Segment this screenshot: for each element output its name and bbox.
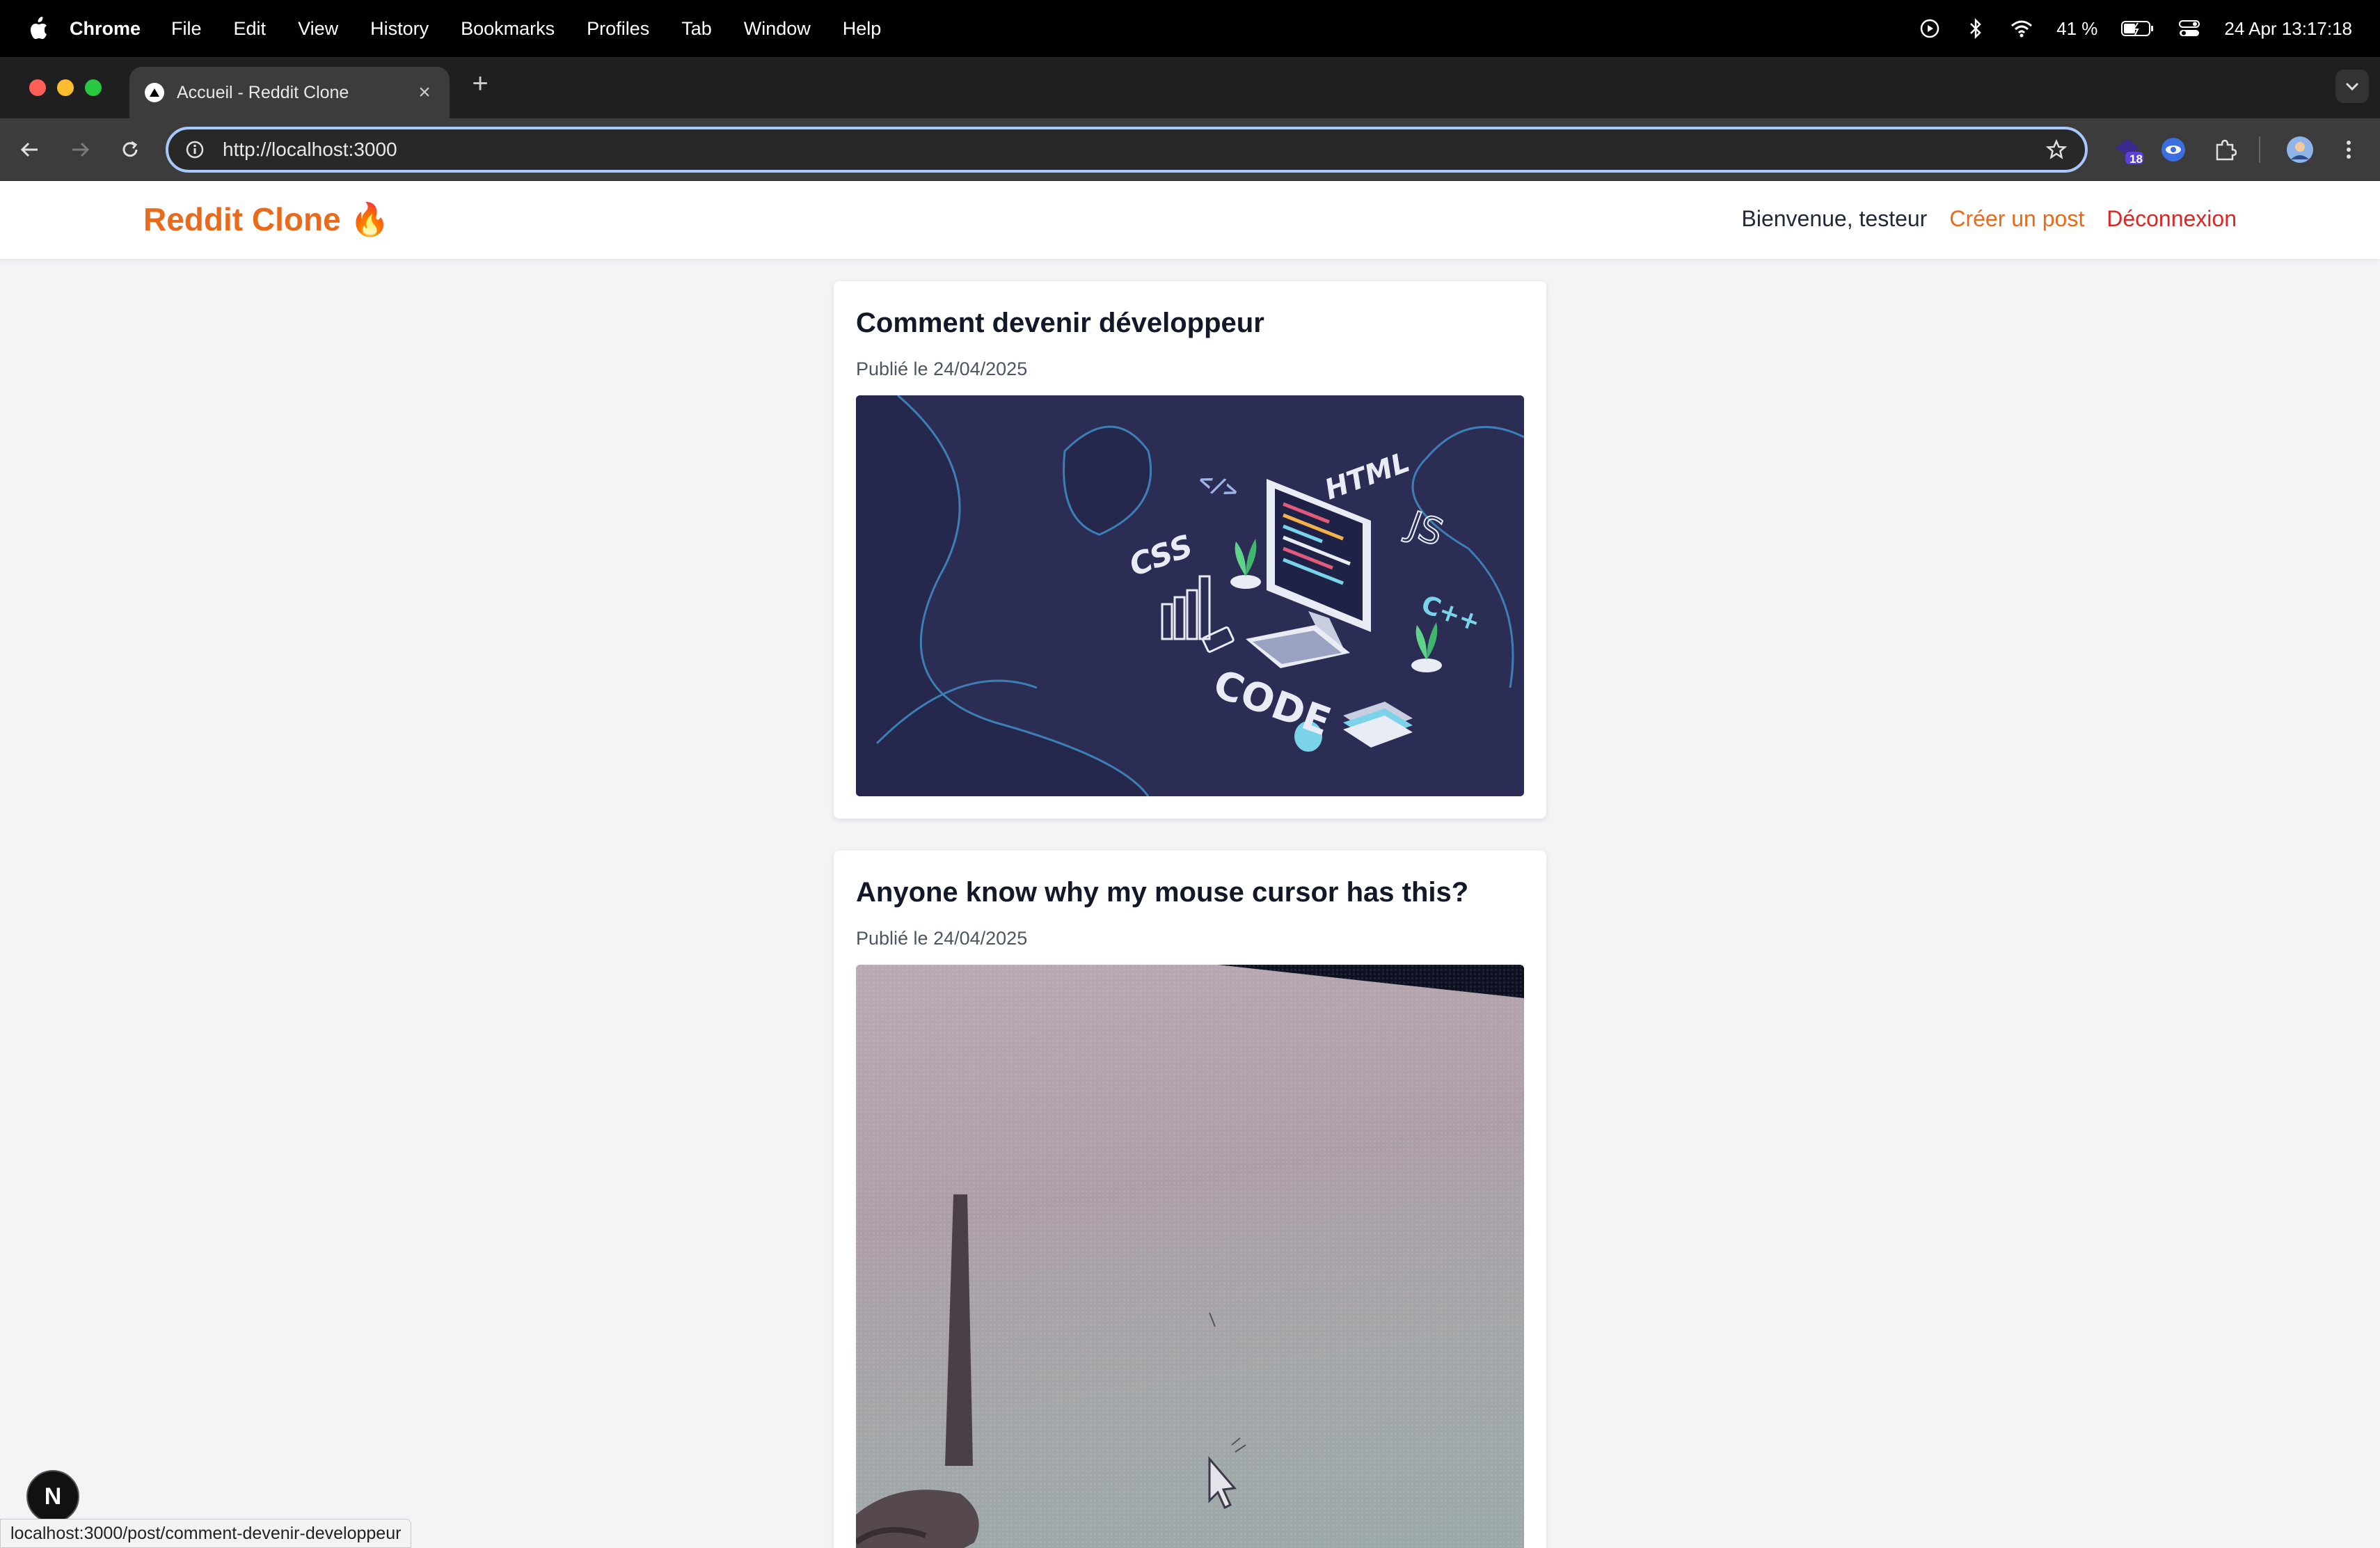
menu-window[interactable]: Window — [744, 18, 811, 40]
tab-title: Accueil - Reddit Clone — [177, 82, 349, 102]
reload-icon[interactable] — [116, 135, 145, 164]
profile-avatar[interactable] — [2284, 134, 2316, 166]
window-minimize-button[interactable] — [57, 79, 74, 96]
menu-bookmarks[interactable]: Bookmarks — [461, 18, 555, 40]
menu-history[interactable]: History — [370, 18, 429, 40]
back-arrow-icon[interactable] — [15, 135, 45, 164]
address-url[interactable]: http://localhost:3000 — [223, 139, 2045, 161]
menu-view[interactable]: View — [298, 18, 338, 40]
extensions-puzzle-icon[interactable] — [2209, 134, 2241, 166]
menu-status-area: 41 % 24 Apr 13:17:18 — [1919, 0, 2352, 57]
welcome-text: Bienvenue, testeur — [1741, 206, 1928, 231]
browser-tab-active[interactable]: Accueil - Reddit Clone × — [129, 67, 450, 118]
window-close-button[interactable] — [29, 79, 46, 96]
eye-extension-icon[interactable] — [2157, 134, 2189, 166]
forward-arrow-icon[interactable] — [65, 135, 95, 164]
browser-tab-strip: Accueil - Reddit Clone × — [0, 57, 2380, 118]
window-zoom-button[interactable] — [85, 79, 102, 96]
vercel-triangle-icon — [145, 83, 164, 102]
link-status-bubble: localhost:3000/post/comment-devenir-deve… — [0, 1519, 412, 1548]
browser-toolbar: http://localhost:3000 18 — [0, 118, 2380, 181]
post-title[interactable]: Anyone know why my mouse cursor has this… — [856, 877, 1524, 908]
menu-edit[interactable]: Edit — [234, 18, 267, 40]
control-center-icon[interactable] — [2178, 17, 2200, 40]
wifi-icon[interactable] — [2010, 17, 2033, 40]
address-bar[interactable]: http://localhost:3000 — [166, 127, 2088, 173]
header-nav: Bienvenue, testeur Créer un post Déconne… — [1741, 206, 2237, 232]
clock[interactable]: 24 Apr 13:17:18 — [2224, 18, 2352, 40]
toolbar-divider — [2259, 136, 2260, 163]
tab-search-chevron-icon[interactable] — [2335, 70, 2369, 103]
post-card[interactable]: Anyone know why my mouse cursor has this… — [834, 851, 1546, 1548]
macos-menu-bar: Chrome File Edit View History Bookmarks … — [0, 0, 2380, 57]
menu-app-name[interactable]: Chrome — [70, 18, 141, 40]
post-image-coding-illustration[interactable]: CSS HTML JS C++ CODE </> — [856, 395, 1524, 796]
apple-icon[interactable] — [28, 16, 49, 41]
extension-badge-count: 18 — [2129, 152, 2143, 166]
battery-icon[interactable] — [2121, 17, 2155, 40]
post-image-screen-photo[interactable] — [856, 965, 1524, 1548]
chrome-menu-kebab-icon[interactable] — [2333, 134, 2365, 166]
site-info-icon[interactable] — [185, 140, 205, 159]
site-header: Reddit Clone 🔥 Bienvenue, testeur Créer … — [0, 181, 2380, 259]
play-circle-icon[interactable] — [1919, 17, 1941, 40]
bluetooth-icon[interactable] — [1965, 17, 1987, 40]
battery-percent: 41 % — [2056, 17, 2098, 39]
menu-profiles[interactable]: Profiles — [587, 18, 649, 40]
menu-file[interactable]: File — [171, 18, 202, 40]
logout-link[interactable]: Déconnexion — [2107, 206, 2237, 232]
dev-badge-letter: N — [44, 1483, 62, 1510]
new-tab-plus-icon[interactable]: + — [466, 68, 494, 99]
nextjs-dev-indicator-icon[interactable]: N — [26, 1470, 79, 1523]
post-title[interactable]: Comment devenir développeur — [856, 308, 1524, 339]
menu-tab[interactable]: Tab — [681, 18, 712, 40]
status-url: localhost:3000/post/comment-devenir-deve… — [10, 1524, 402, 1543]
extension-badge-icon[interactable]: 18 — [2111, 134, 2143, 166]
post-date: Publié le 24/04/2025 — [856, 358, 1028, 379]
menu-help[interactable]: Help — [843, 18, 882, 40]
post-date: Publié le 24/04/2025 — [856, 928, 1028, 949]
tab-close-icon[interactable]: × — [415, 81, 434, 104]
create-post-link[interactable]: Créer un post — [1949, 206, 2084, 232]
site-logo-link[interactable]: Reddit Clone 🔥 — [143, 200, 390, 239]
post-card[interactable]: Comment devenir développeur Publié le 24… — [834, 281, 1546, 819]
bookmark-star-icon[interactable] — [2045, 138, 2068, 161]
